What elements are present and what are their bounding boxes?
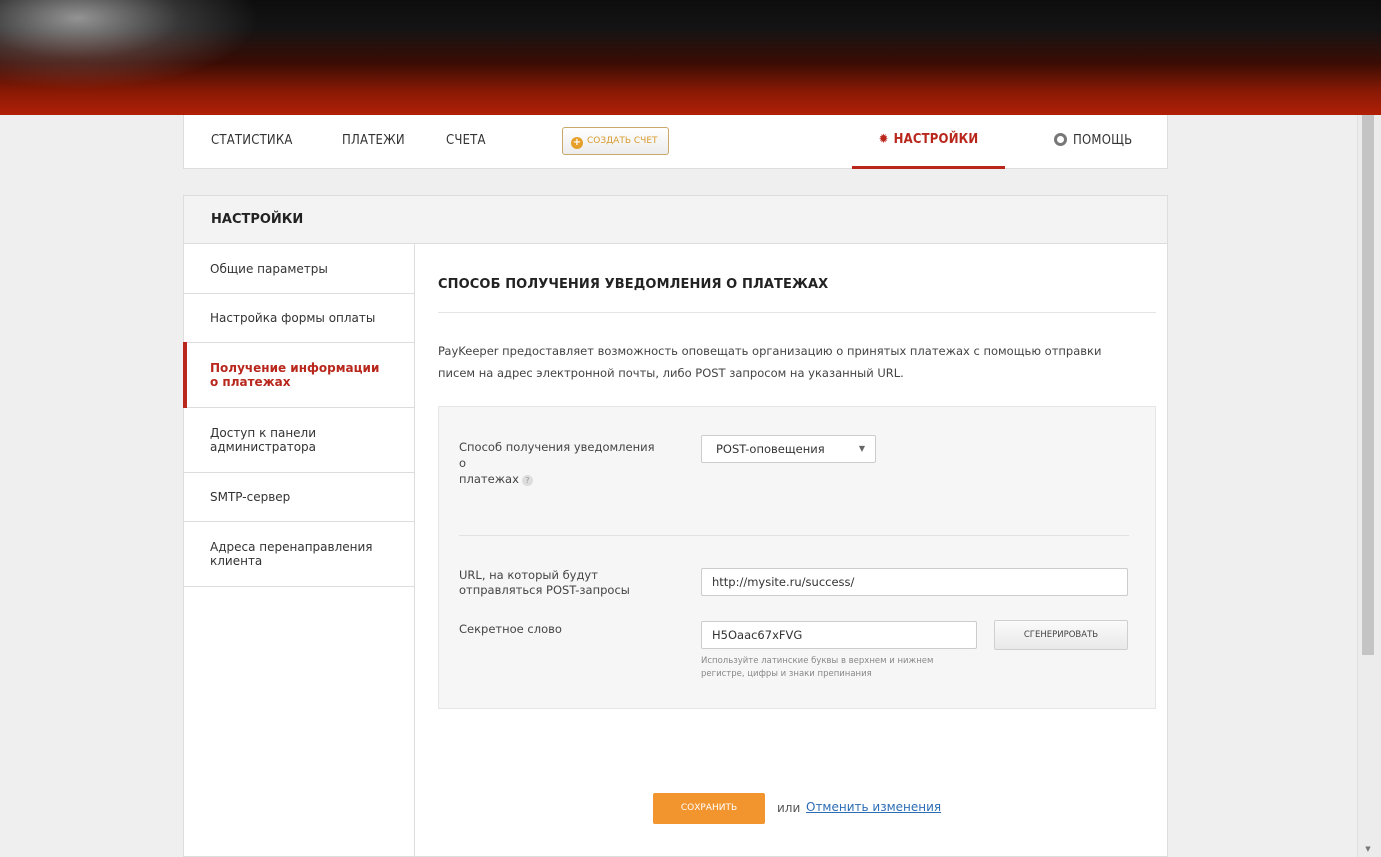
secret-label: Секретное слово xyxy=(459,622,562,636)
secret-input-value: H5Oaac67xFVG xyxy=(712,628,803,642)
top-nav: СТАТИСТИКА ПЛАТЕЖИ СЧЕТА + СОЗДАТЬ СЧЕТ ✹… xyxy=(183,115,1168,169)
url-label-line1: URL, на который будут xyxy=(459,568,598,582)
form-divider xyxy=(459,535,1129,536)
settings-content: СПОСОБ ПОЛУЧЕНИЯ УВЕДОМЛЕНИЯ О ПЛАТЕЖАХ … xyxy=(438,244,1158,844)
sidebar-item-label: Адреса перенаправления клиента xyxy=(210,540,373,568)
help-icon[interactable]: ? xyxy=(521,475,533,486)
url-label: URL, на который будут отправляться POST-… xyxy=(459,568,630,597)
secret-input[interactable]: H5Oaac67xFVG xyxy=(701,621,977,649)
chevron-down-icon: ▼ xyxy=(858,444,865,453)
scroll-down-arrow-icon[interactable]: ▼ xyxy=(1362,843,1374,855)
nav-invoices[interactable]: СЧЕТА xyxy=(446,115,486,169)
lifebuoy-icon xyxy=(1054,133,1067,146)
sidebar-item-label: Доступ к панели администратора xyxy=(210,426,317,454)
nav-stats[interactable]: СТАТИСТИКА xyxy=(211,115,293,169)
method-select-value: POST-оповещения xyxy=(716,442,825,456)
or-text: или xyxy=(777,801,801,815)
sidebar-item-label: Получение информации о платежах xyxy=(210,361,380,389)
notification-form: Способ получения уведомления о платежах?… xyxy=(438,406,1156,709)
method-label-line3: платежах xyxy=(459,472,519,486)
nav-help[interactable]: ПОМОЩЬ xyxy=(1054,115,1132,169)
secret-hint: Используйте латинские буквы в верхнем и … xyxy=(701,656,934,679)
create-invoice-button[interactable]: + СОЗДАТЬ СЧЕТ xyxy=(562,127,669,155)
sidebar-item-label: Общие параметры xyxy=(210,261,328,276)
sidebar-item-redirects[interactable]: Адреса перенаправления клиента xyxy=(184,522,414,587)
url-label-line2: отправляться POST-запросы xyxy=(459,583,630,597)
sidebar-item-payment-form[interactable]: Настройка формы оплаты xyxy=(184,294,414,343)
header-glare xyxy=(0,0,260,90)
create-invoice-label: СОЗДАТЬ СЧЕТ xyxy=(587,136,658,146)
gear-icon: ✹ xyxy=(878,132,889,147)
generate-button[interactable]: СГЕНЕРИРОВАТЬ xyxy=(994,620,1128,650)
nav-settings[interactable]: ✹ НАСТРОЙКИ xyxy=(852,115,1005,169)
panel-title: НАСТРОЙКИ xyxy=(184,196,1167,244)
scrollbar-thumb[interactable] xyxy=(1362,115,1374,655)
sidebar-item-admin-access[interactable]: Доступ к панели администратора xyxy=(184,408,414,473)
nav-help-label: ПОМОЩЬ xyxy=(1073,133,1133,148)
settings-panel: НАСТРОЙКИ Общие параметры Настройка форм… xyxy=(183,195,1168,857)
sidebar-item-payment-info[interactable]: Получение информации о платежах xyxy=(183,342,414,408)
nav-payments[interactable]: ПЛАТЕЖИ xyxy=(342,115,405,169)
url-input[interactable]: http://mysite.ru/success/ xyxy=(701,568,1128,596)
content-divider xyxy=(438,312,1156,313)
sidebar-item-label: SMTP-сервер xyxy=(210,490,291,504)
sidebar-item-label: Настройка формы оплаты xyxy=(210,311,376,325)
sidebar-item-general[interactable]: Общие параметры xyxy=(184,244,414,294)
nav-settings-label: НАСТРОЙКИ xyxy=(893,132,979,147)
cancel-changes-link[interactable]: Отменить изменения xyxy=(806,800,941,814)
settings-sidebar: Общие параметры Настройка формы оплаты П… xyxy=(183,244,415,856)
save-button[interactable]: СОХРАНИТЬ xyxy=(653,793,765,824)
sidebar-item-smtp[interactable]: SMTP-сервер xyxy=(184,473,414,522)
content-description: PayKeeper предоставляет возможность опов… xyxy=(438,344,1102,380)
method-select[interactable]: POST-оповещения ▼ xyxy=(701,435,876,463)
content-title: СПОСОБ ПОЛУЧЕНИЯ УВЕДОМЛЕНИЯ О ПЛАТЕЖАХ xyxy=(438,277,829,292)
url-input-value: http://mysite.ru/success/ xyxy=(712,575,855,589)
method-label-line1: Способ получения уведомления xyxy=(459,440,655,454)
header-banner xyxy=(0,0,1381,115)
method-label: Способ получения уведомления о платежах? xyxy=(459,440,655,486)
plus-icon: + xyxy=(571,137,583,149)
method-label-line2: о xyxy=(459,456,467,470)
